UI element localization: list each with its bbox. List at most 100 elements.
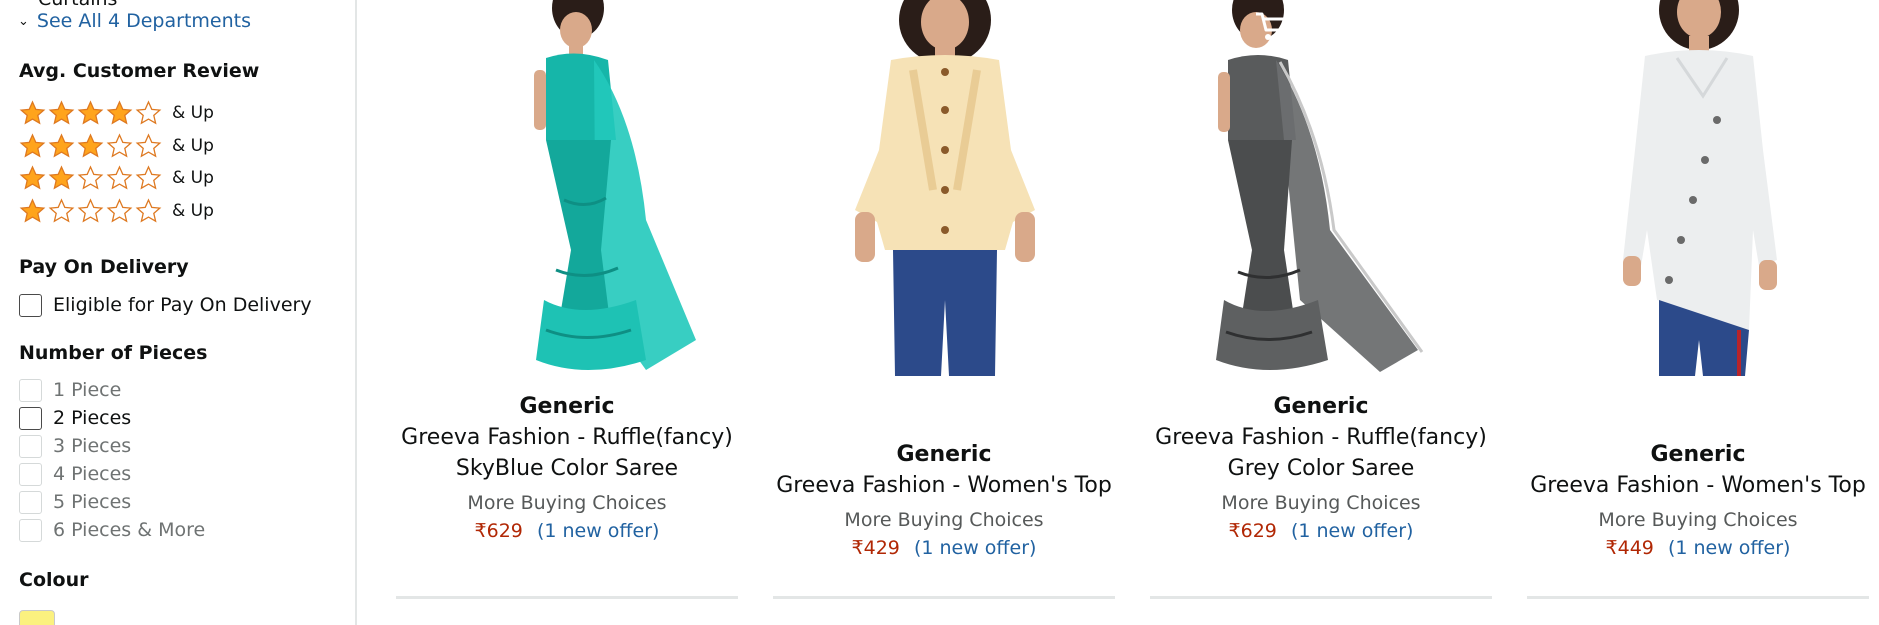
more-buying-choices: More Buying Choices — [1598, 509, 1798, 531]
star-empty-icon — [135, 99, 162, 125]
star-empty-icon — [106, 132, 133, 158]
checkbox[interactable] — [19, 518, 42, 542]
product-card: Generic Greeva Fashion - Women's Top Mor… — [1527, 0, 1869, 625]
cart-icon — [1256, 12, 1289, 40]
pay-on-delivery-option[interactable]: Eligible for Pay On Delivery — [19, 292, 312, 318]
product-brand: Generic — [896, 442, 992, 467]
product-title-link[interactable]: Greeva Fashion - Ruffle(fancy) SkyBlue C… — [396, 422, 738, 484]
rating-filter-2-up[interactable]: & Up — [19, 164, 214, 192]
card-divider — [1150, 596, 1492, 599]
card-divider — [1527, 596, 1869, 599]
product-title-line: Grey Color Saree — [1227, 456, 1415, 481]
product-title-line: Greeva Fashion - Ruffle(fancy) — [401, 425, 733, 450]
product-card: Generic Greeva Fashion - Ruffle(fancy) G… — [1150, 0, 1492, 625]
product-price[interactable]: ₹629 — [1229, 520, 1277, 542]
price-row: ₹449 (1 new offer) — [1527, 534, 1869, 562]
rating-up-label: & Up — [172, 201, 214, 221]
checkbox[interactable] — [19, 293, 42, 317]
colour-swatch-yellow[interactable] — [19, 610, 55, 625]
filter-sidebar: Curtains ⌄ See All 4 Departments Avg. Cu… — [0, 0, 357, 625]
pieces-label: 4 Pieces — [53, 463, 132, 485]
cart-label: Ca — [1292, 14, 1321, 38]
product-info: Generic Greeva Fashion - Ruffle(fancy) S… — [396, 391, 738, 545]
more-buying-choices: More Buying Choices — [1221, 492, 1421, 514]
more-buying-choices: More Buying Choices — [467, 492, 667, 514]
star-filled-icon — [48, 164, 75, 190]
price-row: ₹629 (1 new offer) — [1150, 517, 1492, 545]
star-empty-icon — [135, 132, 162, 158]
product-title-line: SkyBlue Color Saree — [455, 456, 679, 481]
rating-up-label: & Up — [172, 168, 214, 188]
new-offer-link[interactable]: (1 new offer) — [914, 537, 1036, 559]
product-info: Generic Greeva Fashion - Women's Top Mor… — [773, 439, 1115, 562]
department-item-curtains[interactable]: Curtains — [38, 0, 117, 10]
rating-filter-3-up[interactable]: & Up — [19, 132, 214, 160]
pieces-option-1[interactable]: 1 Piece — [19, 377, 121, 403]
rating-filter-4-up[interactable]: & Up — [19, 99, 214, 127]
rating-filter-1-up[interactable]: & Up — [19, 197, 214, 225]
product-price[interactable]: ₹629 — [475, 520, 523, 542]
number-of-pieces-heading: Number of Pieces — [19, 342, 208, 364]
pieces-option-6-more[interactable]: 6 Pieces & More — [19, 517, 205, 543]
pieces-option-3[interactable]: 3 Pieces — [19, 433, 131, 459]
product-info: Generic Greeva Fashion - Women's Top Mor… — [1527, 439, 1869, 562]
star-filled-icon — [19, 132, 46, 158]
pay-on-delivery-heading: Pay On Delivery — [19, 256, 189, 278]
product-title-link[interactable]: Greeva Fashion - Women's Top — [773, 470, 1115, 501]
star-rating-icons — [19, 164, 164, 192]
product-title-link[interactable]: Greeva Fashion - Women's Top — [1527, 470, 1869, 501]
product-image-skyblue-saree[interactable] — [396, 0, 738, 376]
product-title-link[interactable]: Greeva Fashion - Ruffle(fancy) Grey Colo… — [1150, 422, 1492, 484]
product-price[interactable]: ₹449 — [1606, 537, 1654, 559]
product-brand: Generic — [1273, 394, 1369, 419]
star-filled-icon — [19, 197, 46, 223]
pieces-label: 5 Pieces — [53, 491, 132, 513]
checkbox[interactable] — [19, 378, 42, 402]
pieces-option-2[interactable]: 2 Pieces — [19, 405, 131, 431]
star-rating-icons — [19, 99, 164, 127]
pay-on-delivery-label: Eligible for Pay On Delivery — [53, 294, 312, 316]
cart-overlay[interactable]: Ca — [1254, 10, 1320, 42]
rating-up-label: & Up — [172, 136, 214, 156]
card-divider — [773, 596, 1115, 599]
price-row: ₹629 (1 new offer) — [396, 517, 738, 545]
see-all-departments-link[interactable]: ⌄ See All 4 Departments — [18, 10, 251, 32]
product-brand: Generic — [519, 394, 615, 419]
star-rating-icons — [19, 197, 164, 225]
product-image-white-top[interactable] — [1527, 0, 1869, 376]
star-filled-icon — [19, 164, 46, 190]
star-empty-icon — [77, 164, 104, 190]
star-empty-icon — [135, 197, 162, 223]
new-offer-link[interactable]: (1 new offer) — [1668, 537, 1790, 559]
checkbox[interactable] — [19, 490, 42, 514]
product-image-grey-saree[interactable] — [1150, 0, 1492, 376]
product-card: Generic Greeva Fashion - Women's Top Mor… — [773, 0, 1115, 625]
product-title-line: Greeva Fashion - Women's Top — [776, 473, 1112, 498]
new-offer-link[interactable]: (1 new offer) — [1291, 520, 1413, 542]
chevron-down-icon: ⌄ — [18, 13, 29, 29]
star-filled-icon — [77, 132, 104, 158]
pieces-option-5[interactable]: 5 Pieces — [19, 489, 131, 515]
star-filled-icon — [48, 132, 75, 158]
checkbox[interactable] — [19, 462, 42, 486]
star-empty-icon — [106, 164, 133, 190]
pieces-label: 3 Pieces — [53, 435, 132, 457]
pieces-label: 1 Piece — [53, 379, 122, 401]
checkbox[interactable] — [19, 434, 42, 458]
colour-heading: Colour — [19, 569, 89, 591]
more-buying-choices: More Buying Choices — [844, 509, 1044, 531]
checkbox[interactable] — [19, 406, 42, 430]
star-filled-icon — [19, 99, 46, 125]
product-brand: Generic — [1650, 442, 1746, 467]
product-image-cream-top[interactable] — [773, 0, 1115, 376]
review-heading: Avg. Customer Review — [19, 60, 260, 82]
pieces-label: 2 Pieces — [53, 407, 132, 429]
star-filled-icon — [48, 99, 75, 125]
product-title-line: Greeva Fashion - Women's Top — [1530, 473, 1866, 498]
rating-up-label: & Up — [172, 103, 214, 123]
pieces-option-4[interactable]: 4 Pieces — [19, 461, 131, 487]
product-card: Generic Greeva Fashion - Ruffle(fancy) S… — [396, 0, 738, 625]
product-price[interactable]: ₹429 — [852, 537, 900, 559]
new-offer-link[interactable]: (1 new offer) — [537, 520, 659, 542]
star-rating-icons — [19, 132, 164, 160]
